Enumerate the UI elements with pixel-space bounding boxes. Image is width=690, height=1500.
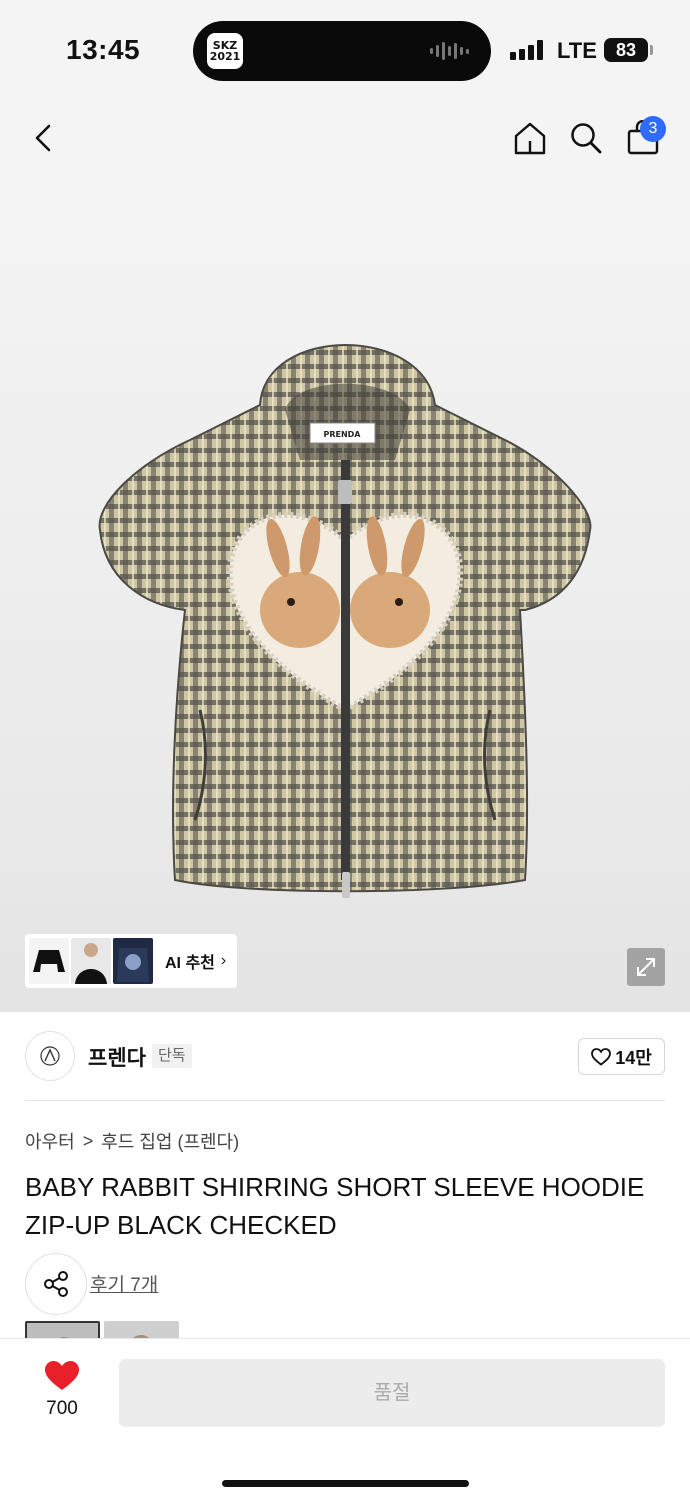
island-app-icon: SKZ 2021 bbox=[207, 33, 243, 69]
battery-icon: 83 bbox=[604, 38, 648, 62]
expand-image-button[interactable] bbox=[627, 948, 665, 986]
ai-thumb-graphic bbox=[113, 938, 153, 984]
brand-name[interactable]: 프렌다 bbox=[88, 1042, 146, 1072]
chevron-left-icon bbox=[35, 124, 51, 152]
soldout-button[interactable]: 품절 bbox=[119, 1359, 665, 1427]
hoodie-photo: PRENDA bbox=[98, 344, 592, 898]
ai-thumb-model bbox=[71, 938, 111, 984]
product-image[interactable]: PRENDA AI 추천 › bbox=[0, 180, 690, 1012]
expand-icon bbox=[637, 958, 655, 976]
share-icon bbox=[44, 1271, 68, 1297]
battery-tip bbox=[650, 45, 653, 55]
wishlist-count: 700 bbox=[46, 1398, 78, 1419]
chevron-right-icon: › bbox=[220, 952, 227, 969]
audio-wave-icon bbox=[430, 41, 469, 61]
wishlist-button[interactable] bbox=[44, 1360, 80, 1392]
home-icon bbox=[514, 122, 546, 155]
breadcrumb-subcategory[interactable]: 후드 집업 (프렌다) bbox=[101, 1128, 239, 1154]
brand-like-button[interactable]: 14만 bbox=[578, 1038, 665, 1075]
status-time: 13:45 bbox=[66, 34, 141, 65]
garment-label: PRENDA bbox=[323, 430, 361, 439]
brand-like-count: 14만 bbox=[615, 1047, 652, 1068]
breadcrumb-category[interactable]: 아우터 bbox=[25, 1128, 75, 1154]
search-icon bbox=[571, 123, 602, 154]
heart-filled-icon bbox=[45, 1361, 79, 1390]
product-title: BABY RABBIT SHIRRING SHORT SLEEVE HOODIE… bbox=[25, 1172, 645, 1240]
ai-recommend-label: AI 추천 bbox=[165, 955, 215, 972]
cart-count-badge: 3 bbox=[640, 116, 666, 142]
top-nav-bar bbox=[0, 100, 690, 180]
signal-icon bbox=[510, 40, 543, 60]
back-button[interactable] bbox=[20, 114, 68, 162]
heart-outline-icon bbox=[591, 1047, 612, 1066]
ai-thumb-jacket bbox=[29, 938, 69, 984]
search-button[interactable] bbox=[562, 114, 610, 162]
network-label: LTE bbox=[557, 38, 597, 63]
ai-recommend-button[interactable]: AI 추천 › bbox=[25, 934, 237, 988]
exclusive-badge: 단독 bbox=[152, 1044, 192, 1068]
island-app-label: SKZ 2021 bbox=[209, 39, 241, 63]
dynamic-island: SKZ 2021 bbox=[193, 21, 491, 81]
breadcrumb-separator: > bbox=[82, 1130, 94, 1151]
home-button[interactable] bbox=[506, 114, 554, 162]
brand-logo-icon bbox=[40, 1046, 60, 1066]
breadcrumb: 아우터 > 후드 집업 (프렌다) bbox=[25, 1128, 239, 1154]
share-button[interactable] bbox=[25, 1253, 87, 1315]
brand-logo[interactable] bbox=[25, 1031, 75, 1081]
home-indicator bbox=[222, 1480, 469, 1487]
reviews-link[interactable]: 후기 7개 bbox=[90, 1270, 158, 1297]
status-bar: 13:45 SKZ 2021 LTE 83 bbox=[0, 0, 690, 100]
divider bbox=[25, 1100, 665, 1101]
